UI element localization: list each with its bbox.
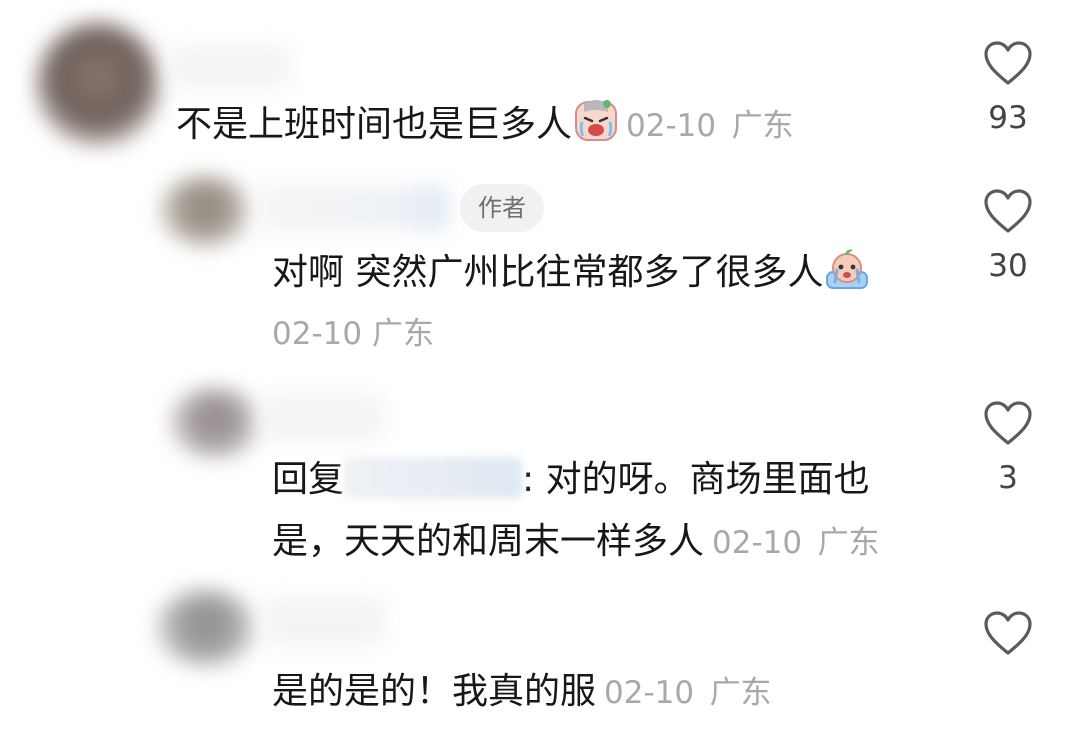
- reply-prefix: 回复: [272, 459, 345, 500]
- author-badge: 作者: [460, 184, 544, 232]
- avatar[interactable]: [36, 22, 160, 146]
- username-blurred[interactable]: [170, 46, 290, 86]
- comment-text-line: 回复 : 对的呀。商场里面也: [272, 456, 870, 504]
- mention-blurred[interactable]: [344, 457, 523, 499]
- comment-meta: 02-10 广东: [272, 312, 434, 356]
- heart-icon: [978, 188, 1038, 234]
- heart-icon: [978, 40, 1038, 86]
- comment-date: 02-10: [272, 316, 363, 352]
- comment-text: 是，天天的和周末一样多人: [272, 521, 705, 562]
- like-count: 93: [988, 100, 1028, 136]
- comment-location: 广东: [817, 525, 880, 561]
- avatar[interactable]: [156, 590, 256, 666]
- comment-location: 广东: [371, 316, 434, 352]
- comment-text-line: 不是上班时间也是巨多人 02-10 广东: [176, 98, 794, 150]
- comment-text-line: 是，天天的和周末一样多人 02-10 广东: [272, 518, 880, 567]
- comment-location: 广东: [709, 675, 772, 711]
- crying-peach-emoji: [825, 246, 869, 290]
- comment-text-line: 是的是的！我真的服 02-10 广东: [272, 668, 772, 717]
- like-button[interactable]: 93: [978, 40, 1038, 138]
- comment-text: : 对的呀。商场里面也: [522, 459, 870, 500]
- like-button[interactable]: [978, 610, 1038, 656]
- heart-icon: [978, 400, 1038, 446]
- comment-date: 02-10: [712, 525, 803, 561]
- avatar[interactable]: [170, 388, 260, 458]
- comment-text: 是的是的！我真的服: [272, 671, 597, 712]
- username-blurred[interactable]: [264, 598, 384, 644]
- username-blurred[interactable]: [258, 186, 448, 230]
- comment-location: 广东: [731, 108, 794, 144]
- like-count: 3: [998, 460, 1018, 496]
- comment-text-line: 对啊 突然广州比往常都多了很多人: [272, 246, 869, 297]
- like-button[interactable]: 3: [978, 400, 1038, 498]
- heart-icon: [978, 610, 1038, 656]
- comment-text: 对啊 突然广州比往常都多了很多人: [272, 252, 824, 293]
- comment-text: 不是上班时间也是巨多人: [176, 104, 573, 145]
- like-count: 30: [988, 248, 1028, 284]
- username-blurred[interactable]: [262, 396, 382, 440]
- comment-date: 02-10: [604, 675, 695, 711]
- like-button[interactable]: 30: [978, 188, 1038, 286]
- comment-date: 02-10: [626, 108, 717, 144]
- avatar[interactable]: [160, 176, 250, 246]
- crying-face-emoji: [574, 98, 618, 142]
